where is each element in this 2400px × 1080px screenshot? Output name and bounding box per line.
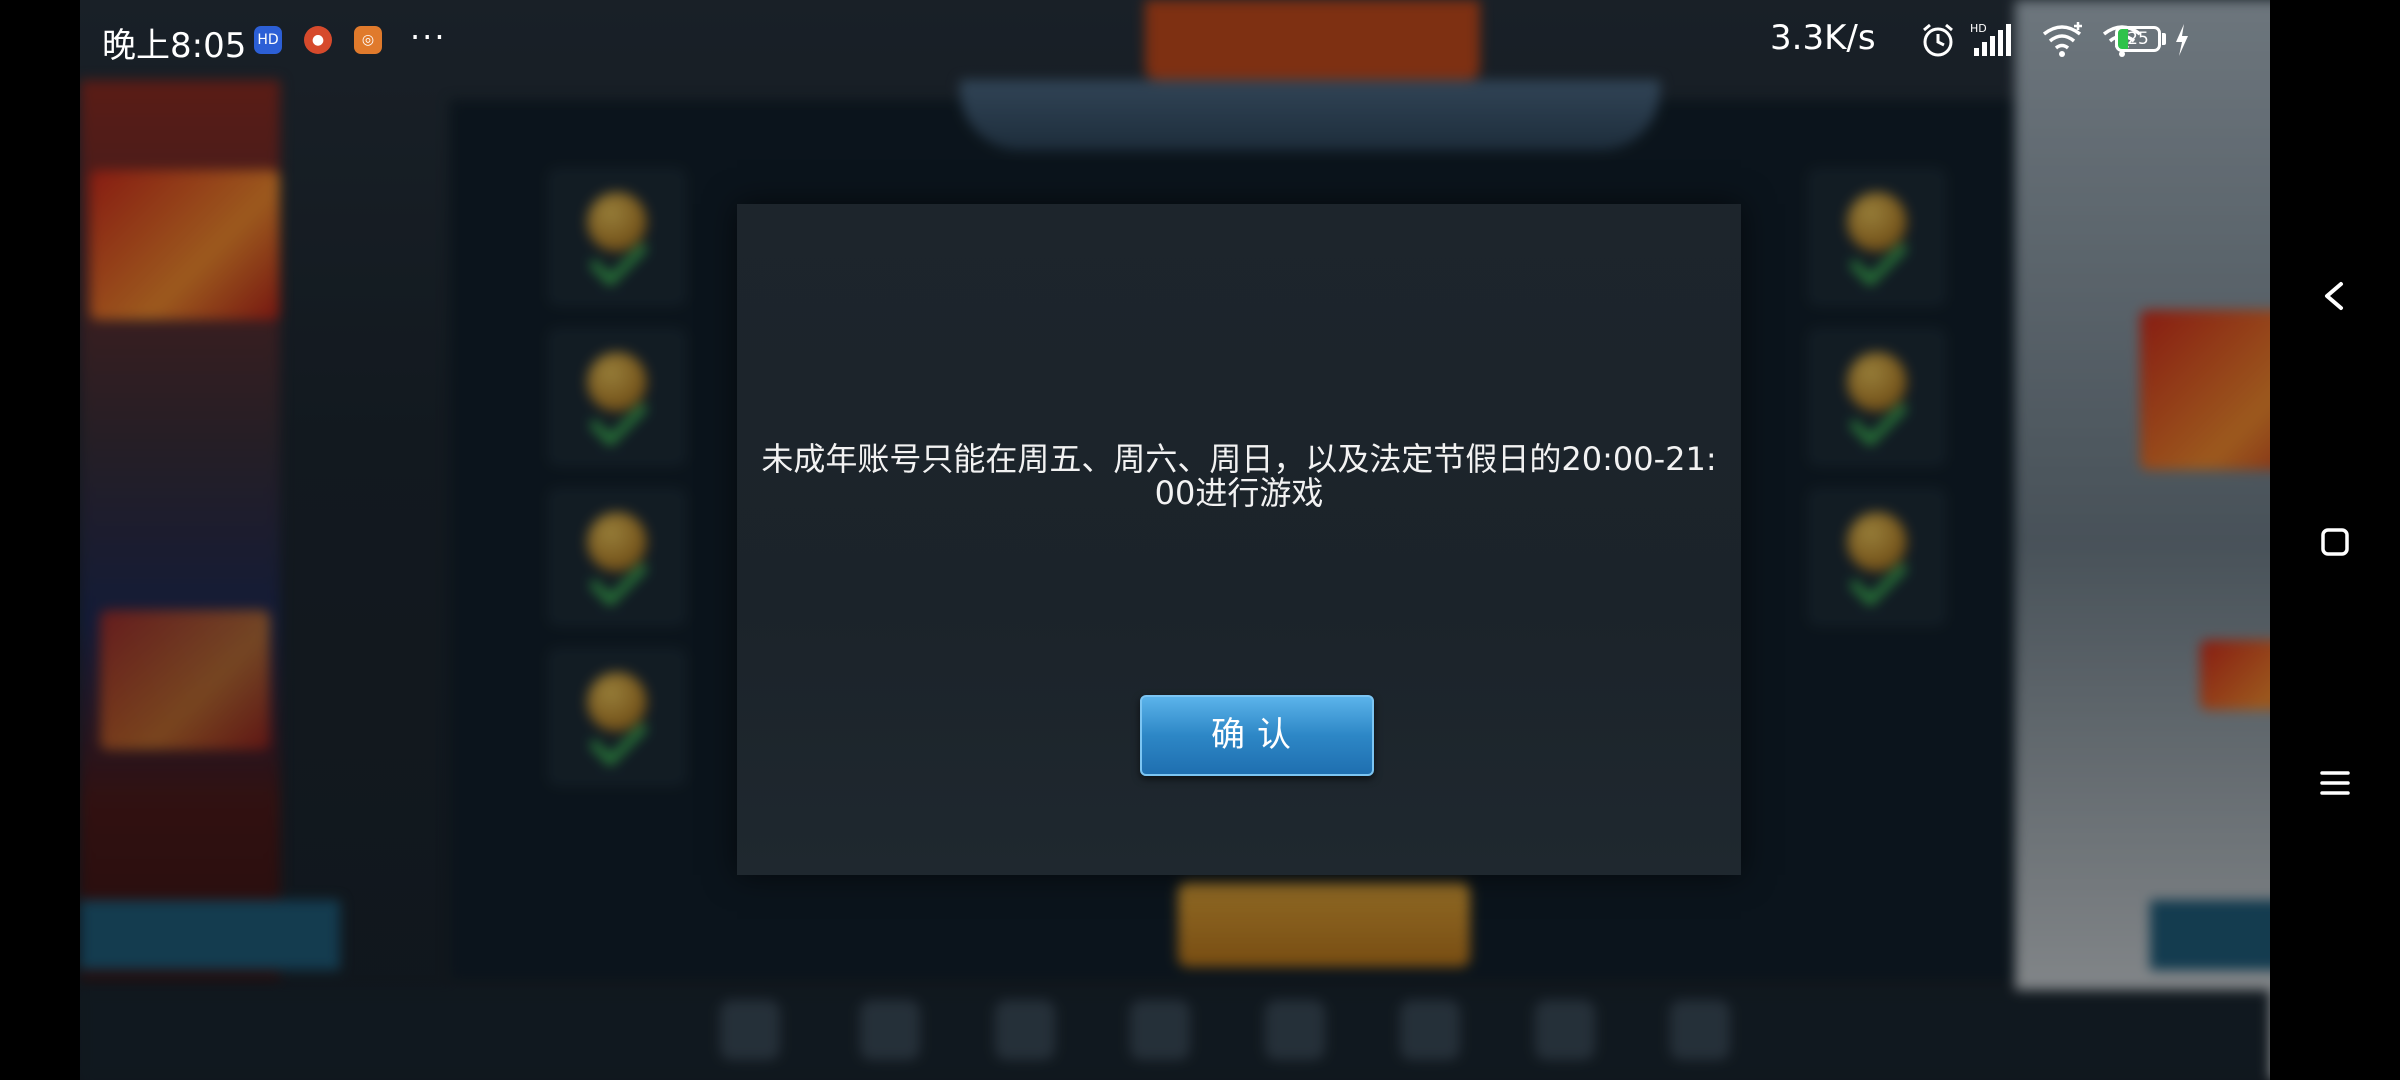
status-bar: 晚上8:05 HD ● ◎ ··· 3.3K/s HD 25 <box>80 0 2270 80</box>
menu-icon[interactable] <box>2315 763 2355 803</box>
home-icon[interactable] <box>2315 522 2355 562</box>
restriction-dialog: 未成年账号只能在周五、周六、周日，以及法定节假日的20:00-21:00进行游戏… <box>737 204 1741 875</box>
svg-text:HD: HD <box>1970 22 1987 35</box>
hd-signal-icon: HD <box>1970 22 2011 56</box>
status-time: 晚上8:05 <box>102 26 247 66</box>
left-black-margin <box>0 0 80 1080</box>
back-icon[interactable] <box>2315 276 2355 316</box>
wifi-plus-icon <box>2042 22 2082 57</box>
hd-app-icon: HD <box>254 26 282 54</box>
dialog-message: 未成年账号只能在周五、周六、周日，以及法定节假日的20:00-21:00进行游戏 <box>761 440 1717 512</box>
alarm-icon <box>1923 23 1953 57</box>
confirm-button[interactable]: 确认 <box>1140 695 1374 776</box>
battery-icon: 25 <box>2115 26 2161 52</box>
network-speed: 3.3K/s <box>1770 18 1876 58</box>
more-notifications-icon: ··· <box>410 18 447 56</box>
app-icon-3: ◎ <box>354 26 382 54</box>
battery-tip <box>2162 33 2166 45</box>
charging-icon <box>2176 24 2188 56</box>
app-icon-2: ● <box>304 26 332 54</box>
